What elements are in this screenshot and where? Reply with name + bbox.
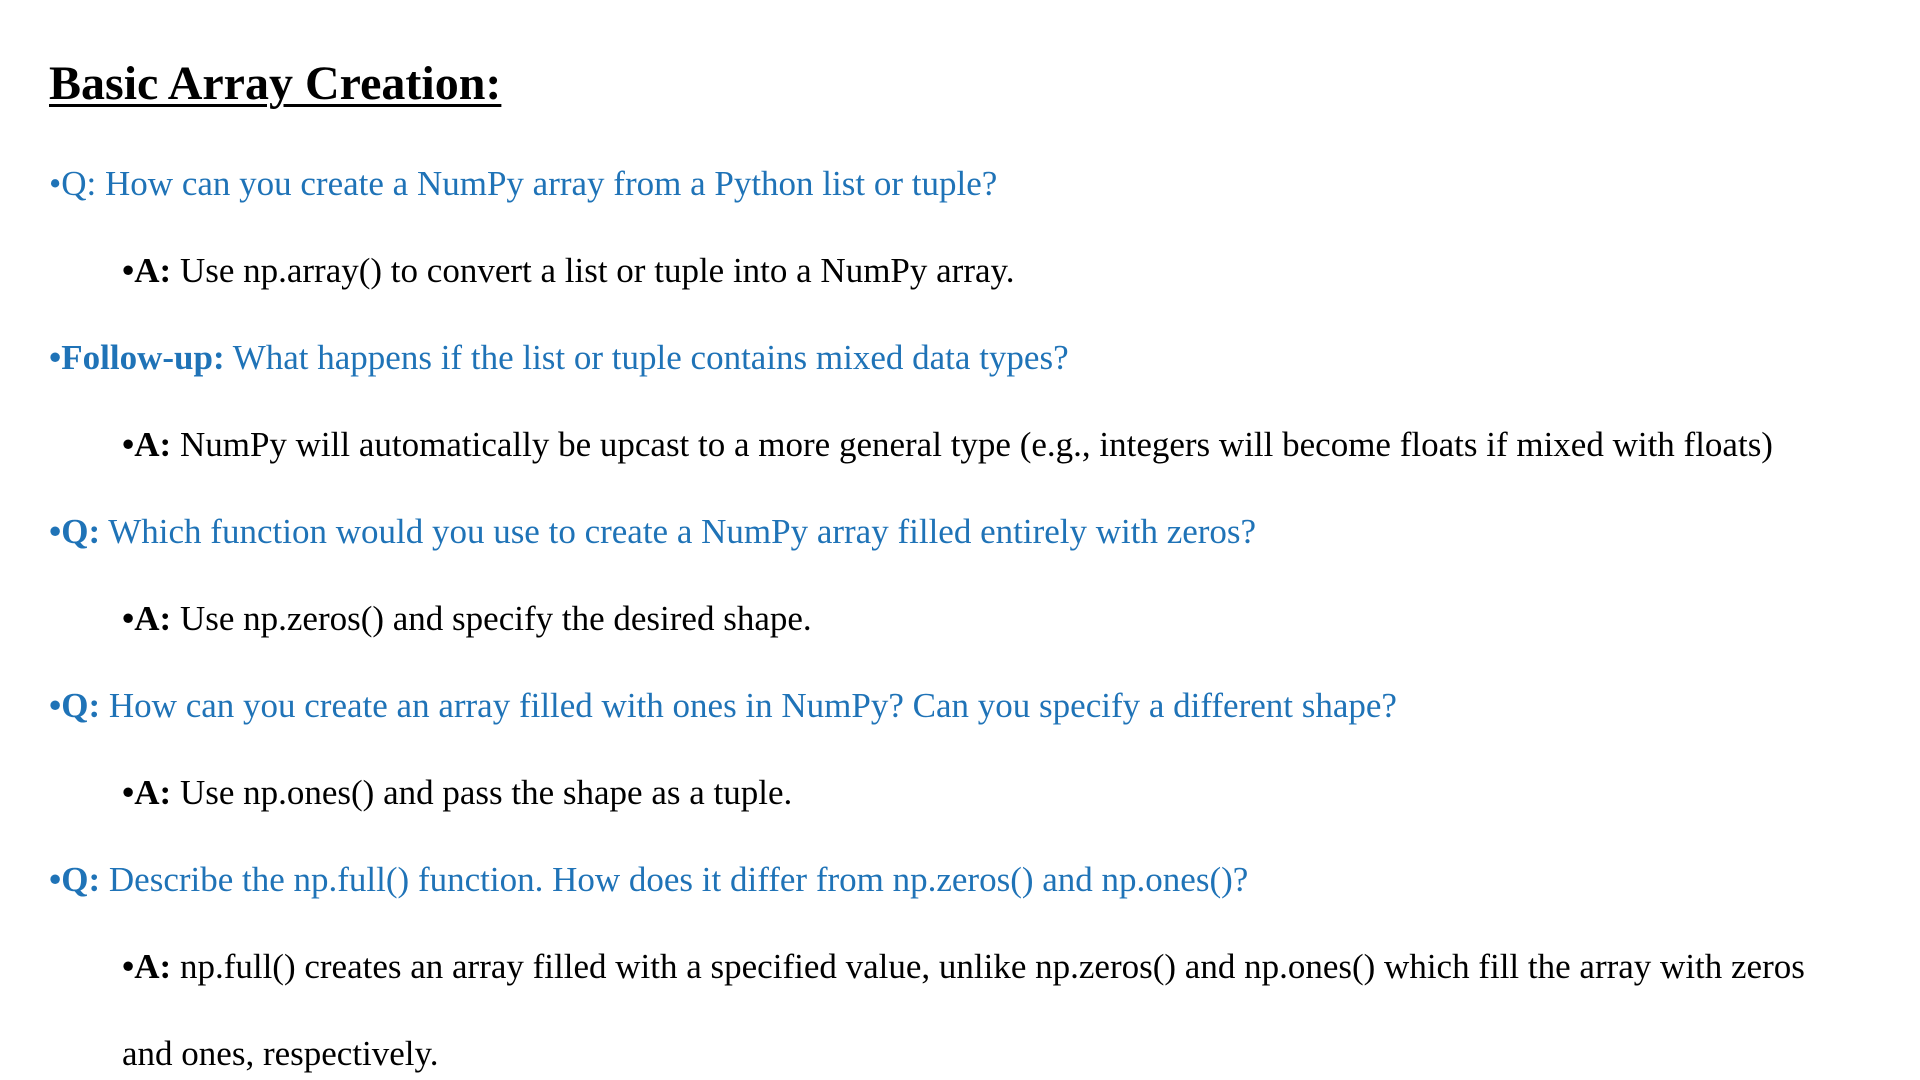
answer-1: •A: Use np.array() to convert a list or …	[122, 250, 1015, 292]
section-heading: Basic Array Creation:	[49, 57, 502, 110]
question-3-text: How can you create an array filled with …	[100, 686, 1397, 725]
question-3-lead: •Q:	[49, 686, 101, 725]
answer-2: •A: NumPy will automatically be upcast t…	[122, 424, 1773, 466]
answer-2-text: NumPy will automatically be upcast to a …	[171, 425, 1773, 464]
follow-up-1: •Follow-up: What happens if the list or …	[49, 337, 1069, 379]
question-2: •Q: Which function would you use to crea…	[49, 511, 1256, 553]
question-4: •Q: Describe the np.full() function. How…	[49, 859, 1248, 901]
answer-3-text: Use np.zeros() and specify the desired s…	[171, 599, 812, 638]
answer-1-text: Use np.array() to convert a list or tupl…	[171, 251, 1015, 290]
follow-up-1-lead: •Follow-up:	[49, 338, 225, 377]
answer-4-lead: •A:	[122, 773, 172, 812]
question-4-text: Describe the np.full() function. How doe…	[100, 860, 1249, 899]
answer-3-lead: •A:	[122, 599, 172, 638]
answer-1-lead: •A:	[122, 251, 172, 290]
question-1-lead: •Q:	[49, 164, 97, 203]
question-1: •Q: How can you create a NumPy array fro…	[49, 163, 997, 205]
answer-5-lead: •A:	[122, 947, 172, 986]
answer-5: •A: np.full() creates an array filled wi…	[122, 946, 1805, 988]
follow-up-1-text: What happens if the list or tuple contai…	[224, 338, 1069, 377]
question-2-lead: •Q:	[49, 512, 101, 551]
answer-4: •A: Use np.ones() and pass the shape as …	[122, 772, 792, 814]
answer-5-continuation: and ones, respectively.	[122, 1034, 439, 1073]
question-2-text: Which function would you use to create a…	[100, 512, 1257, 551]
question-1-text: How can you create a NumPy array from a …	[96, 164, 998, 203]
answer-2-lead: •A:	[122, 425, 172, 464]
question-3: •Q: How can you create an array filled w…	[49, 685, 1397, 727]
answer-3: •A: Use np.zeros() and specify the desir…	[122, 598, 812, 640]
answer-4-text: Use np.ones() and pass the shape as a tu…	[171, 773, 793, 812]
answer-5-text: np.full() creates an array filled with a…	[171, 947, 1805, 986]
document-page: Basic Array Creation: •Q: How can you cr…	[0, 0, 1920, 1080]
question-4-lead: •Q:	[49, 860, 101, 899]
